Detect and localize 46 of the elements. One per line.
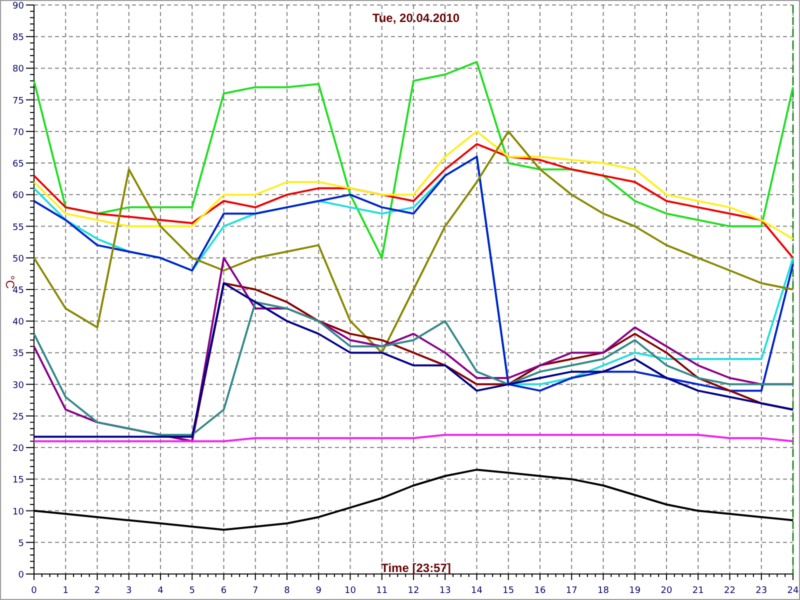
y-tick-label: 0 [18,570,24,580]
x-tick-label: 6 [220,586,227,596]
y-tick-label: 90 [12,2,24,12]
x-tick-label: 21 [692,586,704,596]
x-tick-label: 20 [660,586,672,596]
x-tick-label: 17 [566,586,578,596]
y-tick-label: 5 [18,538,24,549]
y-tick-label: 70 [12,128,24,138]
y-tick-label: 65 [12,160,24,170]
x-tick-label: 12 [408,586,420,596]
x-tick-label: 19 [629,586,641,596]
x-tick-label: 10 [344,586,356,596]
x-tick-label: 13 [439,586,451,596]
y-tick-label: 75 [12,96,24,106]
x-tick-label: 1 [62,586,68,596]
x-tick-label: 22 [724,586,736,596]
y-tick-label: 20 [12,444,24,454]
x-tick-label: 5 [189,586,195,596]
y-tick-label: 80 [12,64,24,75]
x-axis-label: Time [23:57] [381,561,451,575]
x-tick-label: 8 [284,586,290,596]
x-tick-label: 4 [158,586,164,596]
chart-title: Tue, 20.04.2010 [372,11,460,25]
y-tick-label: 35 [12,349,24,360]
x-tick-label: 11 [376,586,388,596]
x-tick-label: 23 [756,586,768,596]
y-tick-label: 30 [12,380,24,391]
x-tick-label: 16 [534,586,546,596]
y-tick-label: 85 [12,33,24,44]
x-tick-label: 18 [598,586,609,596]
y-tick-label: 45 [12,286,24,296]
y-tick-label: 50 [12,254,24,264]
y-tick-label: 60 [12,191,24,202]
x-tick-label: 2 [94,586,100,596]
y-tick-label: 55 [12,222,24,233]
x-tick-label: 24 [787,586,799,596]
x-tick-label: 15 [502,586,514,596]
y-tick-label: 15 [12,476,24,486]
x-tick-label: 3 [126,586,132,596]
x-tick-label: 9 [316,586,322,596]
y-tick-label: 25 [12,412,24,422]
x-tick-label: 0 [31,586,37,596]
x-tick-label: 14 [471,586,482,596]
x-tick-label: 7 [252,586,258,596]
y-tick-label: 40 [12,318,24,328]
y-tick-label: 10 [12,507,24,518]
